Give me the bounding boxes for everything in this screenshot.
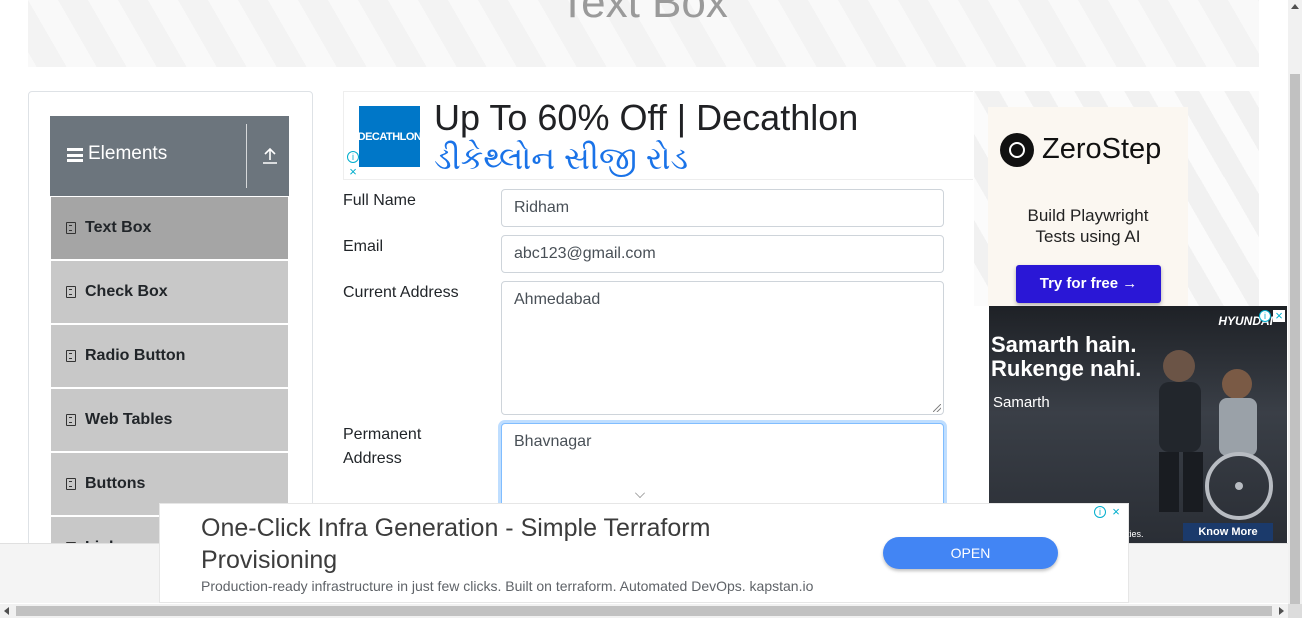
adchoices-icon[interactable]: i <box>1094 506 1106 518</box>
permanent-address-label: Permanent Address <box>343 423 421 471</box>
sidebar-item-label: Radio Button <box>85 347 186 364</box>
html-file-icon <box>66 478 76 490</box>
scroll-up-arrow-icon[interactable] <box>1291 4 1299 9</box>
people-photo-icon <box>1159 350 1273 520</box>
zerostep-tagline-1: Build Playwright <box>1027 206 1149 225</box>
sidebar-item-label: Buttons <box>85 475 146 492</box>
ad-title[interactable]: One-Click Infra Generation - Simple Terr… <box>201 512 841 576</box>
horizontal-scroll-thumb[interactable] <box>16 606 1272 616</box>
collapse-up-icon[interactable] <box>262 147 278 165</box>
page-banner: Text Box <box>28 0 1259 67</box>
sidebar-group-title: Elements <box>88 143 168 164</box>
resize-handle-icon[interactable] <box>933 404 941 412</box>
sidebar-item-text-box[interactable]: Text Box <box>51 197 288 259</box>
zerostep-tagline-2: Tests using AI <box>1035 227 1141 246</box>
close-ad-icon[interactable]: × <box>1110 505 1122 518</box>
html-file-icon <box>66 414 76 426</box>
try-for-free-button[interactable]: Try for free → <box>1016 265 1161 303</box>
horizontal-scrollbar[interactable] <box>0 604 1288 618</box>
sidebar-item-radio-button[interactable]: Radio Button <box>51 325 288 387</box>
hyundai-headline-1: Samarth hain. <box>991 332 1137 357</box>
adchoices-icon[interactable]: i <box>1259 310 1271 322</box>
current-address-textarea[interactable]: Ahmedabad <box>501 281 944 415</box>
zerostep-brand: ZeroStep <box>1042 133 1162 165</box>
html-file-icon <box>66 222 76 234</box>
open-button[interactable]: OPEN <box>883 537 1058 569</box>
sidebar-item-label: Web Tables <box>85 411 173 428</box>
scrollbar-corner <box>1288 604 1302 618</box>
adchoices-icon[interactable]: i <box>347 151 359 163</box>
close-ad-icon[interactable]: × <box>1273 309 1285 322</box>
current-address-label: Current Address <box>343 284 459 301</box>
sidebar-group-header-elements[interactable]: Elements <box>50 116 289 196</box>
current-address-value: Ahmedabad <box>514 291 601 308</box>
email-label: Email <box>343 238 384 255</box>
vertical-scrollbar[interactable] <box>1288 0 1302 604</box>
permanent-address-label-line1: Permanent <box>343 426 422 443</box>
hamburger-icon <box>67 148 83 162</box>
email-input[interactable] <box>501 235 944 273</box>
sidebar-item-web-tables[interactable]: Web Tables <box>51 389 288 451</box>
scroll-left-arrow-icon[interactable] <box>4 607 9 615</box>
close-ad-icon[interactable]: × <box>347 165 359 178</box>
vertical-scroll-thumb[interactable] <box>1290 74 1300 604</box>
ad-banner-decathlon[interactable]: DECATHLON Up To 60% Off | Decathlon ડીકે… <box>343 91 973 180</box>
ad-description: Production-ready infrastructure in just … <box>201 578 814 594</box>
zerostep-tagline: Build Playwright Tests using AI <box>988 205 1188 247</box>
zerostep-card: ZeroStep Build Playwright Tests using AI… <box>988 107 1188 306</box>
decathlon-logo: DECATHLON <box>358 106 422 167</box>
hyundai-headline: Samarth hain. Rukenge nahi. <box>991 333 1141 381</box>
page-title: Text Box <box>559 0 728 27</box>
ad-subline[interactable]: ડીકેથ્લોન સીજી રોડ <box>434 140 688 178</box>
zerostep-logo-icon <box>1000 133 1034 167</box>
ad-headline[interactable]: Up To 60% Off | Decathlon <box>434 97 858 139</box>
samarth-logo: Samarth <box>993 394 1050 411</box>
page: Text Box Elements Text Box Check Box Rad… <box>0 0 1302 618</box>
sidebar-item-label: Text Box <box>85 219 152 236</box>
hyundai-footnote: ties. <box>1127 529 1144 539</box>
full-name-label: Full Name <box>343 192 416 209</box>
permanent-address-label-line2: Address <box>343 450 402 467</box>
html-file-icon <box>66 286 76 298</box>
permanent-address-value: Bhavnagar <box>514 433 592 450</box>
sidebar-item-check-box[interactable]: Check Box <box>51 261 288 323</box>
hyundai-headline-2: Rukenge nahi. <box>991 356 1142 381</box>
html-file-icon <box>66 350 76 362</box>
know-more-button[interactable]: Know More <box>1183 523 1273 541</box>
sidebar: Elements Text Box Check Box Radio Button… <box>28 91 313 551</box>
full-name-input[interactable] <box>501 189 944 227</box>
ad-kapstan[interactable]: i × One-Click Infra Generation - Simple … <box>159 503 1129 603</box>
ad-zerostep[interactable]: ZeroStep Build Playwright Tests using AI… <box>974 91 1259 306</box>
sidebar-item-label: Check Box <box>85 283 168 300</box>
header-divider <box>246 124 247 188</box>
scroll-right-arrow-icon[interactable] <box>1279 607 1284 615</box>
